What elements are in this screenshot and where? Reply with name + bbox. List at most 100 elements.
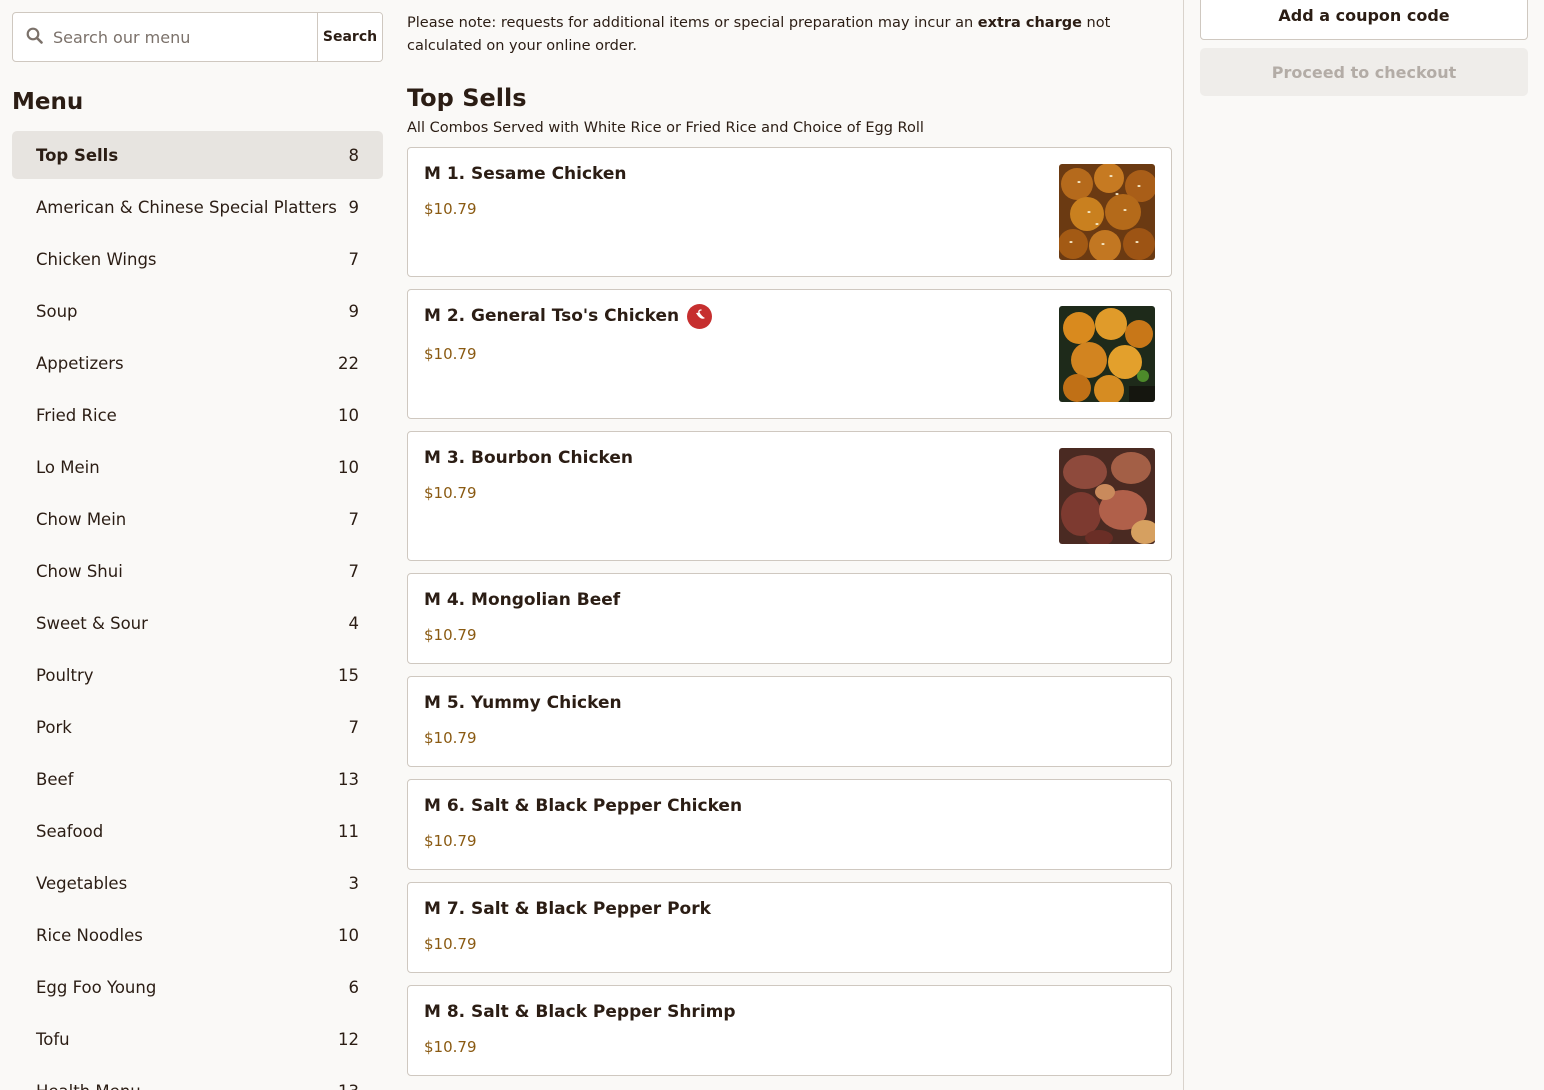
section-title: Top Sells	[407, 84, 527, 112]
item-name-text: M 3. Bourbon Chicken	[424, 448, 633, 468]
section-description: All Combos Served with White Rice or Fri…	[407, 120, 924, 136]
item-price: $10.79	[424, 484, 477, 502]
sidebar-item-chicken-wings[interactable]: Chicken Wings 7	[12, 235, 383, 283]
category-label: Poultry	[36, 665, 94, 685]
sidebar-item-egg-foo-young[interactable]: Egg Foo Young 6	[12, 963, 383, 1011]
sidebar-item-sweet-sour[interactable]: Sweet & Sour 4	[12, 599, 383, 647]
category-label: Egg Foo Young	[36, 977, 157, 997]
item-price: $10.79	[424, 345, 477, 363]
sidebar-item-seafood[interactable]: Seafood 11	[12, 807, 383, 855]
category-count: 13	[338, 769, 359, 789]
column-divider	[1183, 0, 1184, 1090]
sidebar-item-pork[interactable]: Pork 7	[12, 703, 383, 751]
menu-main: Please note: requests for additional ite…	[407, 0, 1172, 1090]
item-name-text: M 8. Salt & Black Pepper Shrimp	[424, 1002, 736, 1022]
extra-charge-notice: Please note: requests for additional ite…	[407, 12, 1172, 58]
bourbon-chicken-photo[interactable]	[1059, 448, 1155, 544]
category-label: Lo Mein	[36, 457, 100, 477]
sesame-chicken-photo[interactable]	[1059, 164, 1155, 260]
item-name-text: M 2. General Tso's Chicken	[424, 306, 680, 326]
category-count: 9	[348, 197, 360, 217]
category-label: Vegetables	[36, 873, 128, 893]
sidebar-item-lo-mein[interactable]: Lo Mein 10	[12, 443, 383, 491]
category-label: Pork	[36, 717, 72, 737]
category-count: 13	[338, 1082, 359, 1090]
item-name-text: M 4. Mongolian Beef	[424, 590, 621, 610]
item-price: $10.79	[424, 935, 477, 953]
category-count: 7	[348, 717, 360, 737]
item-name-text: M 7. Salt & Black Pepper Pork	[424, 899, 711, 919]
item-price: $10.79	[424, 200, 477, 218]
menu-item-card[interactable]: M 8. Salt & Black Pepper Shrimp $10.79	[407, 985, 1172, 1076]
item-name-text: M 6. Salt & Black Pepper Chicken	[424, 796, 743, 816]
item-price: $10.79	[424, 626, 477, 644]
menu-item-card[interactable]: M 5. Yummy Chicken $10.79	[407, 676, 1172, 767]
menu-item-card[interactable]: M 2. General Tso's Chicken $10.79	[407, 289, 1172, 419]
category-label: Appetizers	[36, 353, 124, 373]
general-tso-chicken-photo[interactable]	[1059, 306, 1155, 402]
item-price: $10.79	[424, 1038, 477, 1056]
sidebar-item-top-sells[interactable]: Top Sells 8	[12, 131, 383, 179]
sidebar-item-tofu[interactable]: Tofu 12	[12, 1015, 383, 1063]
menu-item-card[interactable]: M 6. Salt & Black Pepper Chicken $10.79	[407, 779, 1172, 870]
category-list: Top Sells 8 American & Chinese Special P…	[12, 131, 383, 1090]
category-label: Sweet & Sour	[36, 613, 148, 633]
search-field[interactable]	[13, 13, 317, 61]
menu-item-card[interactable]: M 3. Bourbon Chicken $10.79	[407, 431, 1172, 561]
item-name: M 8. Salt & Black Pepper Shrimp	[424, 1002, 1155, 1022]
item-name: M 7. Salt & Black Pepper Pork	[424, 899, 1155, 919]
sidebar-item-chow-shui[interactable]: Chow Shui 7	[12, 547, 383, 595]
category-count: 7	[348, 509, 360, 529]
item-list: M 1. Sesame Chicken $10.79 M 2. General …	[407, 147, 1172, 1076]
category-count: 9	[348, 301, 360, 321]
category-label: Chow Shui	[36, 561, 123, 581]
sidebar-item-fried-rice[interactable]: Fried Rice 10	[12, 391, 383, 439]
sidebar-item-appetizers[interactable]: Appetizers 22	[12, 339, 383, 387]
category-count: 7	[348, 249, 360, 269]
category-count: 8	[348, 145, 360, 165]
menu-item-card[interactable]: M 4. Mongolian Beef $10.79	[407, 573, 1172, 664]
item-name: M 1. Sesame Chicken	[424, 164, 1155, 184]
category-label: Health Menu	[36, 1082, 141, 1090]
menu-item-card[interactable]: M 1. Sesame Chicken $10.79	[407, 147, 1172, 277]
category-label: Seafood	[36, 821, 104, 841]
category-label: Chow Mein	[36, 509, 127, 529]
add-coupon-button[interactable]: Add a coupon code	[1200, 0, 1528, 40]
category-count: 3	[348, 873, 360, 893]
category-label: Chicken Wings	[36, 249, 157, 269]
category-count: 11	[338, 821, 359, 841]
search-button[interactable]: Search	[317, 13, 382, 61]
item-price: $10.79	[424, 832, 477, 850]
sidebar-item-beef[interactable]: Beef 13	[12, 755, 383, 803]
item-name-text: M 1. Sesame Chicken	[424, 164, 627, 184]
category-label: American & Chinese Special Platters	[36, 197, 337, 217]
sidebar-item-rice-noodles[interactable]: Rice Noodles 10	[12, 911, 383, 959]
menu-heading: Menu	[12, 89, 84, 115]
sidebar-item-poultry[interactable]: Poultry 15	[12, 651, 383, 699]
item-name: M 4. Mongolian Beef	[424, 590, 1155, 610]
search-input[interactable]	[53, 27, 293, 47]
search-icon	[26, 27, 43, 48]
sidebar-item-vegetables[interactable]: Vegetables 3	[12, 859, 383, 907]
category-label: Beef	[36, 769, 74, 789]
category-count: 22	[338, 353, 359, 373]
proceed-to-checkout-button[interactable]: Proceed to checkout	[1200, 48, 1528, 96]
sidebar-item-chow-mein[interactable]: Chow Mein 7	[12, 495, 383, 543]
item-name-text: M 5. Yummy Chicken	[424, 693, 622, 713]
item-price: $10.79	[424, 729, 477, 747]
menu-item-card[interactable]: M 7. Salt & Black Pepper Pork $10.79	[407, 882, 1172, 973]
category-count: 7	[348, 561, 360, 581]
sidebar-item-soup[interactable]: Soup 9	[12, 287, 383, 335]
category-label: Rice Noodles	[36, 925, 143, 945]
item-name: M 5. Yummy Chicken	[424, 693, 1155, 713]
category-count: 6	[348, 977, 360, 997]
category-count: 10	[338, 405, 359, 425]
sidebar-item-special-platters[interactable]: American & Chinese Special Platters 9	[12, 183, 383, 231]
item-name: M 3. Bourbon Chicken	[424, 448, 1155, 468]
sidebar-item-health-menu[interactable]: Health Menu 13	[12, 1067, 383, 1090]
category-count: 15	[338, 665, 359, 685]
category-count: 4	[348, 613, 360, 633]
category-label: Top Sells	[36, 145, 119, 165]
category-label: Soup	[36, 301, 78, 321]
search-bar: Search	[12, 12, 383, 62]
